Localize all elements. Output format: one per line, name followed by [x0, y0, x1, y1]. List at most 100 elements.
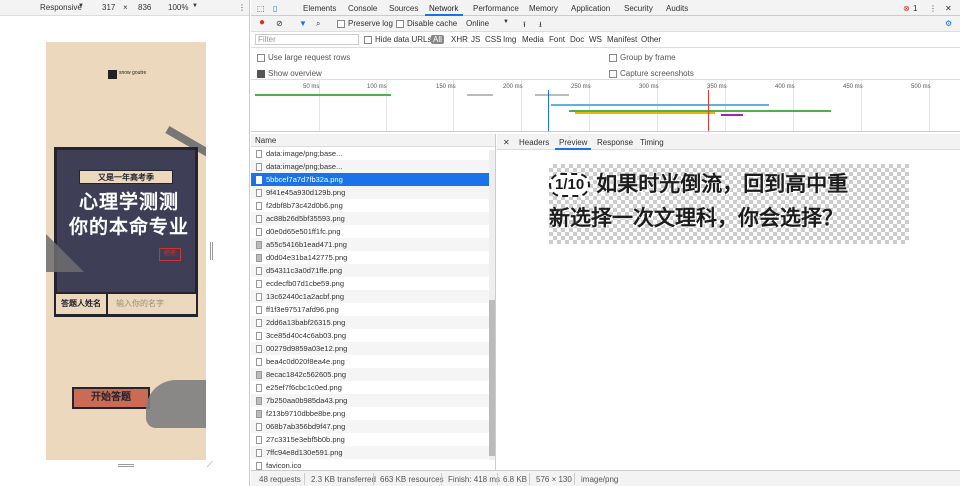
tab-application[interactable]: Application [571, 4, 610, 13]
tab-memory[interactable]: Memory [529, 4, 558, 13]
tab-timing[interactable]: Timing [640, 138, 664, 147]
request-row[interactable]: 8ecac1842c562605.png [251, 368, 495, 381]
request-row[interactable]: ff1f3e97517afd96.png [251, 303, 495, 316]
column-header-name[interactable]: Name [251, 134, 495, 147]
settings-gear-icon[interactable]: ⚙ [945, 19, 952, 28]
request-name: ff1f3e97517afd96.png [266, 305, 339, 314]
request-row[interactable]: ecdecfb07d1cbe59.png [251, 277, 495, 290]
filter-type-css[interactable]: CSS [485, 35, 501, 44]
image-preview: 1/10 如果时光倒流，回到高中重 新选择一次文理科，你会选择？ [549, 164, 909, 236]
width-input[interactable]: 317 [102, 3, 115, 12]
request-row[interactable]: e25ef7f6cbc1c0ed.png [251, 381, 495, 394]
request-name: 5bbcef7a7d7fb32a.png [266, 175, 343, 184]
error-icon[interactable]: ⊗ [903, 4, 910, 13]
network-timeline-overview[interactable]: 50 ms 100 ms 150 ms 200 ms 250 ms 300 ms… [251, 80, 960, 132]
request-row[interactable]: bea4c0d020f8ea4e.png [251, 355, 495, 368]
tab-elements[interactable]: Elements [303, 4, 336, 13]
chevron-down-icon[interactable]: ▼ [78, 3, 84, 9]
finish-time: Finish: 418 ms [448, 475, 501, 484]
filter-type-js[interactable]: JS [471, 35, 480, 44]
resize-handle-right[interactable] [210, 242, 213, 260]
device-select[interactable]: Responsive [40, 3, 82, 12]
request-row[interactable]: f2dbf8b73c42d0b6.png [251, 199, 495, 212]
close-detail-icon[interactable]: ✕ [503, 138, 510, 147]
inspect-icon[interactable]: ⬚ [257, 4, 265, 13]
tab-preview[interactable]: Preview [559, 138, 587, 147]
file-icon [256, 370, 262, 379]
height-input[interactable]: 836 [138, 3, 151, 12]
chevron-down-icon[interactable]: ▼ [503, 19, 509, 25]
start-quiz-button[interactable]: 开始答题 [72, 387, 150, 409]
tab-sources[interactable]: Sources [389, 4, 418, 13]
file-icon [256, 279, 262, 288]
request-row[interactable]: d0d04e31ba142775.png [251, 251, 495, 264]
filter-type-ws[interactable]: WS [589, 35, 602, 44]
network-options: Use large request rows Show overview Gro… [251, 48, 960, 80]
request-row[interactable]: data:image/png;base... [251, 147, 495, 160]
capture-screenshots-checkbox[interactable]: Capture screenshots [609, 69, 694, 78]
file-icon [256, 188, 262, 197]
request-row[interactable]: 7ffc94e8d130e591.png [251, 446, 495, 459]
request-row[interactable]: 13c62440c1a2acbf.png [251, 290, 495, 303]
zoom-select[interactable]: 100% [168, 3, 188, 12]
tab-performance[interactable]: Performance [473, 4, 519, 13]
request-row[interactable]: 9f41e45a930d129b.png [251, 186, 495, 199]
group-by-frame-checkbox[interactable]: Group by frame [609, 53, 676, 62]
chevron-down-icon[interactable]: ▼ [192, 3, 198, 9]
resize-corner-icon[interactable]: ⟋ [207, 460, 213, 470]
request-row[interactable]: 2dd6a13babf26315.png [251, 316, 495, 329]
file-icon [256, 396, 262, 405]
close-icon[interactable]: ✕ [945, 4, 952, 13]
show-overview-checkbox[interactable]: Show overview [257, 69, 322, 78]
request-row[interactable]: ac88b26d5bf35593.png [251, 212, 495, 225]
more-options-icon[interactable]: ⋮ [238, 3, 246, 12]
request-row[interactable]: 068b7ab356bd9f47.png [251, 420, 495, 433]
tab-audits[interactable]: Audits [666, 4, 688, 13]
filter-type-all[interactable]: All [431, 35, 444, 44]
file-icon [256, 149, 262, 158]
filter-type-media[interactable]: Media [522, 35, 544, 44]
request-row[interactable]: 3ce85d40c4c6ab03.png [251, 329, 495, 342]
request-row[interactable]: f213b9710dbbe8be.png [251, 407, 495, 420]
tab-network[interactable]: Network [429, 4, 458, 13]
filter-type-font[interactable]: Font [549, 35, 565, 44]
error-count[interactable]: 1 [913, 4, 917, 13]
request-row[interactable]: 00279d9859a03e12.png [251, 342, 495, 355]
question-line-2: 新选择一次文理科，你会选择？ [549, 207, 843, 230]
filter-input[interactable]: Filter [255, 34, 359, 45]
request-row[interactable]: 7b250aa0b985da43.png [251, 394, 495, 407]
filter-icon[interactable]: ▼ [299, 19, 307, 28]
filter-type-manifest[interactable]: Manifest [607, 35, 637, 44]
clear-icon[interactable]: ⊘ [276, 19, 283, 28]
filter-type-doc[interactable]: Doc [570, 35, 584, 44]
large-rows-checkbox[interactable]: Use large request rows [257, 53, 350, 62]
scrollbar-thumb[interactable] [489, 300, 495, 456]
filter-type-xhr[interactable]: XHR [451, 35, 468, 44]
device-toolbar-icon[interactable]: ▯ [273, 4, 277, 13]
name-input[interactable]: 输入你的名字 [108, 294, 196, 314]
request-row[interactable]: a55c5416b1ead471.png [251, 238, 495, 251]
tab-response[interactable]: Response [597, 138, 633, 147]
filter-type-other[interactable]: Other [641, 35, 661, 44]
record-icon[interactable]: ● [259, 17, 265, 28]
hide-data-urls-checkbox[interactable]: Hide data URLs [364, 35, 431, 44]
import-har-icon[interactable]: ⭱ [523, 19, 526, 33]
search-icon[interactable]: ⌕ [316, 19, 320, 29]
request-row[interactable]: d54311c3a0d71ffe.png [251, 264, 495, 277]
request-row[interactable]: 27c3315e3ebf5b0b.png [251, 433, 495, 446]
request-row[interactable]: data:image/png;base... [251, 160, 495, 173]
more-options-icon[interactable]: ⋮ [929, 4, 937, 13]
tab-console[interactable]: Console [348, 4, 377, 13]
scrollbar[interactable] [489, 150, 495, 460]
export-har-icon[interactable]: ⭳ [539, 19, 542, 33]
resize-handle-bottom[interactable] [118, 464, 134, 467]
tab-headers[interactable]: Headers [519, 138, 549, 147]
preserve-log-checkbox[interactable]: Preserve log [337, 19, 393, 28]
tab-security[interactable]: Security [624, 4, 653, 13]
filter-type-img[interactable]: Img [503, 35, 516, 44]
disable-cache-checkbox[interactable]: Disable cache [396, 19, 457, 28]
request-row[interactable]: 5bbcef7a7d7fb32a.png [251, 173, 495, 186]
throttle-select[interactable]: Online [466, 19, 489, 28]
headline-big: 心理学测测 你的本命专业 [68, 192, 189, 238]
request-row[interactable]: d0e0d65e501ff1fc.png [251, 225, 495, 238]
